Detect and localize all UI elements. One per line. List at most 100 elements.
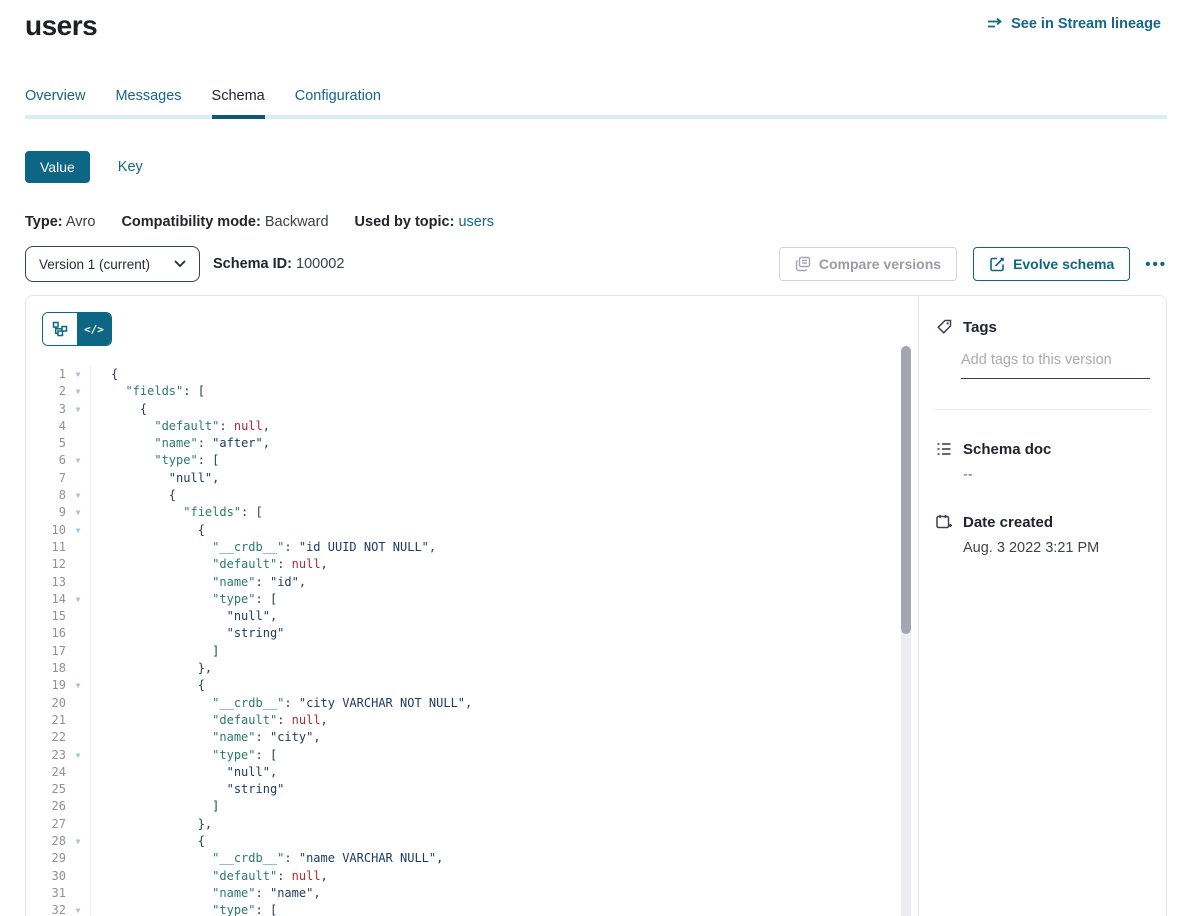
- line-number: 9: [26, 504, 66, 521]
- line-number: 1: [26, 366, 66, 383]
- topic-label: Used by topic:: [355, 214, 455, 230]
- tab-configuration[interactable]: Configuration: [295, 88, 381, 115]
- tags-header: Tags: [935, 318, 1150, 336]
- gutter-row: 14▼: [26, 591, 90, 608]
- schema-doc-title: Schema doc: [963, 441, 1051, 458]
- code-line: {: [111, 487, 472, 504]
- tab-schema[interactable]: Schema: [212, 88, 265, 119]
- tab-messages[interactable]: Messages: [115, 88, 181, 115]
- schema-sidebar: Tags Schema doc --: [919, 296, 1166, 916]
- gutter-row: 2▼: [26, 383, 90, 400]
- fold-toggle-icon[interactable]: ▼: [66, 504, 90, 521]
- evolve-schema-label: Evolve schema: [1013, 256, 1114, 272]
- line-number: 32: [26, 902, 66, 916]
- fold-toggle-icon[interactable]: ▼: [66, 401, 90, 418]
- code-line: {: [111, 677, 472, 694]
- editor-scrollbar[interactable]: [901, 346, 911, 916]
- tab-bar: Overview Messages Schema Configuration: [25, 88, 1167, 119]
- compare-versions-label: Compare versions: [819, 256, 941, 272]
- line-number: 11: [26, 539, 66, 556]
- fold-toggle-icon[interactable]: ▼: [66, 522, 90, 539]
- compare-versions-button[interactable]: Compare versions: [779, 247, 957, 281]
- fold-toggle-icon: [66, 816, 90, 833]
- code-line: "__crdb__": "id UUID NOT NULL",: [111, 539, 472, 556]
- line-number: 24: [26, 764, 66, 781]
- gutter-row: 5: [26, 435, 90, 452]
- evolve-schema-button[interactable]: Evolve schema: [973, 247, 1130, 281]
- copy-versions-icon: [795, 256, 811, 272]
- gutter-row: 11: [26, 539, 90, 556]
- line-number: 17: [26, 643, 66, 660]
- line-number: 19: [26, 677, 66, 694]
- line-number: 15: [26, 608, 66, 625]
- fold-toggle-icon: [66, 764, 90, 781]
- fold-toggle-icon: [66, 850, 90, 867]
- fold-toggle-icon[interactable]: ▼: [66, 833, 90, 850]
- tree-view-icon: [52, 321, 68, 337]
- code-view-button[interactable]: </>: [77, 313, 111, 345]
- fold-toggle-icon[interactable]: ▼: [66, 366, 90, 383]
- fold-toggle-icon: [66, 574, 90, 591]
- stream-lineage-label: See in Stream lineage: [1011, 16, 1161, 32]
- fold-toggle-icon[interactable]: ▼: [66, 677, 90, 694]
- schema-doc-value: --: [963, 467, 1150, 483]
- line-number: 28: [26, 833, 66, 850]
- code-line: "default": null,: [111, 712, 472, 729]
- list-icon: [935, 440, 953, 458]
- used-by-topic: Used by topic: users: [355, 214, 494, 230]
- line-number: 4: [26, 418, 66, 435]
- version-select[interactable]: Version 1 (current): [25, 246, 200, 282]
- line-number: 31: [26, 885, 66, 902]
- tags-input[interactable]: [961, 350, 1150, 379]
- more-actions-button[interactable]: •••: [1145, 256, 1167, 273]
- line-number: 21: [26, 712, 66, 729]
- gutter-row: 25: [26, 781, 90, 798]
- fold-toggle-icon[interactable]: ▼: [66, 487, 90, 504]
- value-tab-button[interactable]: Value: [25, 151, 90, 183]
- gutter-row: 20: [26, 695, 90, 712]
- fold-toggle-icon[interactable]: ▼: [66, 383, 90, 400]
- code-line: "name": "city",: [111, 729, 472, 746]
- code-line: },: [111, 816, 472, 833]
- fold-toggle-icon: [66, 695, 90, 712]
- schema-type: Type: Avro: [25, 214, 95, 230]
- code-line: {: [111, 833, 472, 850]
- tab-overview[interactable]: Overview: [25, 88, 85, 115]
- fold-toggle-icon[interactable]: ▼: [66, 452, 90, 469]
- scrollbar-thumb[interactable]: [901, 346, 911, 634]
- fold-toggle-icon: [66, 643, 90, 660]
- json-editor: 1▼2▼3▼456▼78▼9▼10▼11121314▼1516171819▼20…: [26, 366, 918, 916]
- fold-toggle-icon: [66, 798, 90, 815]
- page-title: users: [25, 10, 97, 42]
- topic-link[interactable]: users: [458, 214, 493, 230]
- code-line: "name": "after",: [111, 435, 472, 452]
- line-number: 20: [26, 695, 66, 712]
- fold-toggle-icon[interactable]: ▼: [66, 902, 90, 916]
- gutter-row: 10▼: [26, 522, 90, 539]
- key-tab-link[interactable]: Key: [118, 159, 143, 175]
- fold-toggle-icon: [66, 885, 90, 902]
- schema-meta: Type: Avro Compatibility mode: Backward …: [25, 214, 1189, 230]
- fold-toggle-icon: [66, 868, 90, 885]
- compat-label: Compatibility mode:: [121, 214, 260, 230]
- code-line: "name": "name",: [111, 885, 472, 902]
- code-line: "default": null,: [111, 418, 472, 435]
- stream-lineage-link[interactable]: See in Stream lineage: [987, 16, 1161, 32]
- line-number: 22: [26, 729, 66, 746]
- code-line: "type": [: [111, 747, 472, 764]
- fold-toggle-icon[interactable]: ▼: [66, 591, 90, 608]
- fold-toggle-icon[interactable]: ▼: [66, 747, 90, 764]
- line-number: 30: [26, 868, 66, 885]
- page-header: users See in Stream lineage: [0, 0, 1189, 42]
- schema-panel: </> 1▼2▼3▼456▼78▼9▼10▼11121314▼151617181…: [25, 295, 1167, 916]
- fold-toggle-icon: [66, 729, 90, 746]
- fold-toggle-icon: [66, 660, 90, 677]
- tree-view-button[interactable]: [43, 313, 77, 345]
- value-key-toggle: Value Key: [25, 151, 1189, 183]
- gutter-row: 6▼: [26, 452, 90, 469]
- fold-toggle-icon: [66, 435, 90, 452]
- code-line: "type": [: [111, 902, 472, 916]
- code-lines: { "fields": [ { "default": null, "name":…: [91, 366, 472, 916]
- gutter: 1▼2▼3▼456▼78▼9▼10▼11121314▼1516171819▼20…: [26, 366, 91, 916]
- fold-toggle-icon: [66, 418, 90, 435]
